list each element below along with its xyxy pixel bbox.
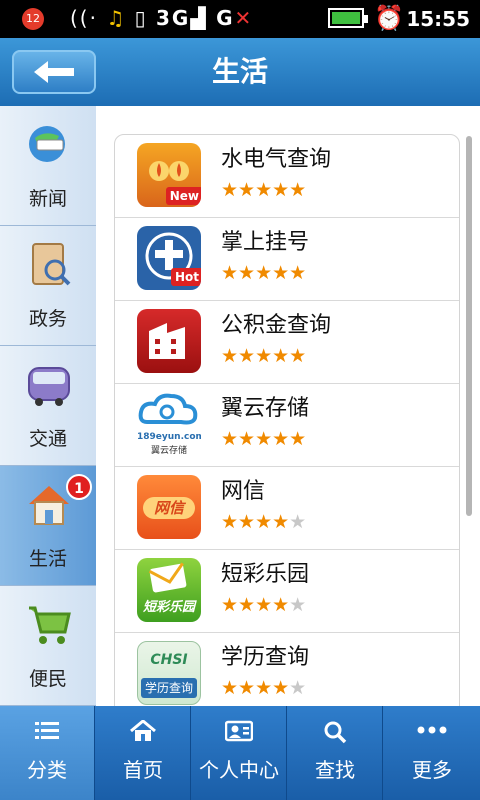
no-signal-icon: ✕ [234, 6, 254, 30]
tab-label: 个人中心 [199, 758, 279, 782]
app-name: 掌上挂号 [221, 230, 310, 255]
tab-label: 查找 [315, 758, 355, 782]
tab-label: 分类 [27, 758, 67, 782]
tab-label: 首页 [123, 758, 163, 782]
wangxin-icon: 网信 [137, 475, 201, 539]
globe-icon [29, 126, 65, 162]
list-item[interactable]: CHSI 学历查询 学历查询 ★★★★★ [115, 633, 459, 715]
network-g-label: G [216, 6, 235, 30]
list-item[interactable]: 公积金查询 ★★★★★ [115, 301, 459, 384]
title-bar: 生活 [0, 38, 480, 106]
more-dots-icon [417, 726, 447, 734]
hot-tag: Hot [170, 268, 201, 286]
bus-icon [28, 367, 70, 406]
cloud-icon-url: 189eyun.com [137, 432, 201, 442]
envelope-icon: 短彩乐园 [137, 558, 201, 622]
cloud-icon-caption: 翼云存储 [150, 446, 187, 456]
tab-label: 更多 [412, 758, 452, 782]
tab-more[interactable]: 更多 [384, 706, 480, 800]
music-icon: ♫ [106, 6, 127, 30]
rating-stars: ★★★★★ [221, 428, 307, 450]
list-scrollbar[interactable] [466, 136, 472, 516]
app-name: 网信 [221, 479, 266, 504]
sidebar-item-news[interactable]: 新闻 [0, 106, 96, 226]
cart-icon [29, 606, 71, 644]
list-item[interactable]: New 水电气查询 ★★★★★ [115, 135, 459, 218]
cloud-icon: 189eyun.com 翼云存储 [137, 392, 201, 456]
rating-stars: ★★★★★ [221, 345, 307, 367]
app-name: 翼云存储 [221, 396, 310, 421]
diploma-icon: CHSI 学历查询 [137, 641, 201, 705]
profile-card-icon [224, 720, 254, 742]
status-bar: 12 ((· ♫ ▯ 3G▟ G✕ ⏰ 15:55 [0, 0, 480, 38]
status-icons: ((· ♫ ▯ 3G▟ G✕ [70, 6, 253, 30]
app-list-panel: New 水电气查询 ★★★★★ Hot 掌上挂号 ★★★★★ 公积金查询 ★★★… [96, 106, 480, 716]
search-icon [324, 721, 347, 744]
sidebar-item-convenience[interactable]: 便民 [0, 586, 96, 706]
notebook-icon [32, 243, 71, 286]
tab-profile[interactable]: 个人中心 [192, 706, 287, 800]
list-item[interactable]: 短彩乐园 短彩乐园 ★★★★★ [115, 550, 459, 633]
tab-home[interactable]: 首页 [96, 706, 191, 800]
rating-stars: ★★★★★ [221, 594, 307, 616]
tab-search[interactable]: 查找 [288, 706, 383, 800]
signal-icon: ▟ [190, 6, 208, 30]
category-sidebar: 新闻 政务 交通 1 生活 便民 [0, 106, 96, 706]
diploma-icon-caption: 学历查询 [141, 678, 197, 698]
envelope-icon-text: 短彩乐园 [142, 600, 195, 615]
new-tag: New [165, 187, 201, 205]
wangxin-icon-text: 网信 [143, 497, 195, 519]
rating-stars: ★★★★★ [221, 677, 307, 699]
hospital-icon: Hot [137, 226, 201, 290]
clock-time: 15:55 [406, 7, 470, 31]
alarm-clock-icon: ⏰ [374, 4, 404, 32]
network-3g-label: 3G [156, 6, 191, 30]
sidebar-item-label: 政务 [28, 308, 67, 330]
tab-category[interactable]: 分类 [0, 706, 95, 800]
list-item[interactable]: 189eyun.com 翼云存储 翼云存储 ★★★★★ [115, 384, 459, 467]
bottom-nav: 分类 首页 个人中心 查找 更多 [0, 706, 480, 800]
app-name: 短彩乐园 [221, 562, 310, 587]
back-arrow-icon [34, 61, 74, 83]
sidebar-item-label: 新闻 [28, 188, 67, 210]
app-name: 学历查询 [221, 645, 310, 670]
rating-stars: ★★★★★ [221, 511, 307, 533]
diploma-icon-text: CHSI [150, 652, 188, 668]
back-button[interactable] [12, 50, 96, 94]
building-icon [137, 309, 201, 373]
sidebar-item-government[interactable]: 政务 [0, 226, 96, 346]
rating-stars: ★★★★★ [221, 179, 307, 201]
sidebar-item-label: 便民 [28, 668, 67, 690]
rating-stars: ★★★★★ [221, 262, 307, 284]
app-name: 水电气查询 [221, 147, 332, 172]
list-item[interactable]: 网信 网信 ★★★★★ [115, 467, 459, 550]
list-icon [35, 722, 59, 739]
vibrate-icon: ▯ [134, 6, 148, 30]
wifi-icon: ((· [70, 6, 98, 30]
battery-icon [328, 8, 368, 28]
sidebar-item-life[interactable]: 1 生活 [0, 466, 96, 586]
utility-icon: New [137, 143, 201, 207]
list-item[interactable]: Hot 掌上挂号 ★★★★★ [115, 218, 459, 301]
app-name: 公积金查询 [221, 313, 332, 338]
life-badge: 1 [66, 474, 92, 500]
app-list: New 水电气查询 ★★★★★ Hot 掌上挂号 ★★★★★ 公积金查询 ★★★… [114, 134, 460, 716]
sidebar-item-traffic[interactable]: 交通 [0, 346, 96, 466]
sidebar-item-label: 生活 [28, 548, 67, 570]
sidebar-item-label: 交通 [28, 428, 67, 450]
home-icon [130, 719, 156, 741]
notification-count-badge: 12 [22, 8, 44, 30]
